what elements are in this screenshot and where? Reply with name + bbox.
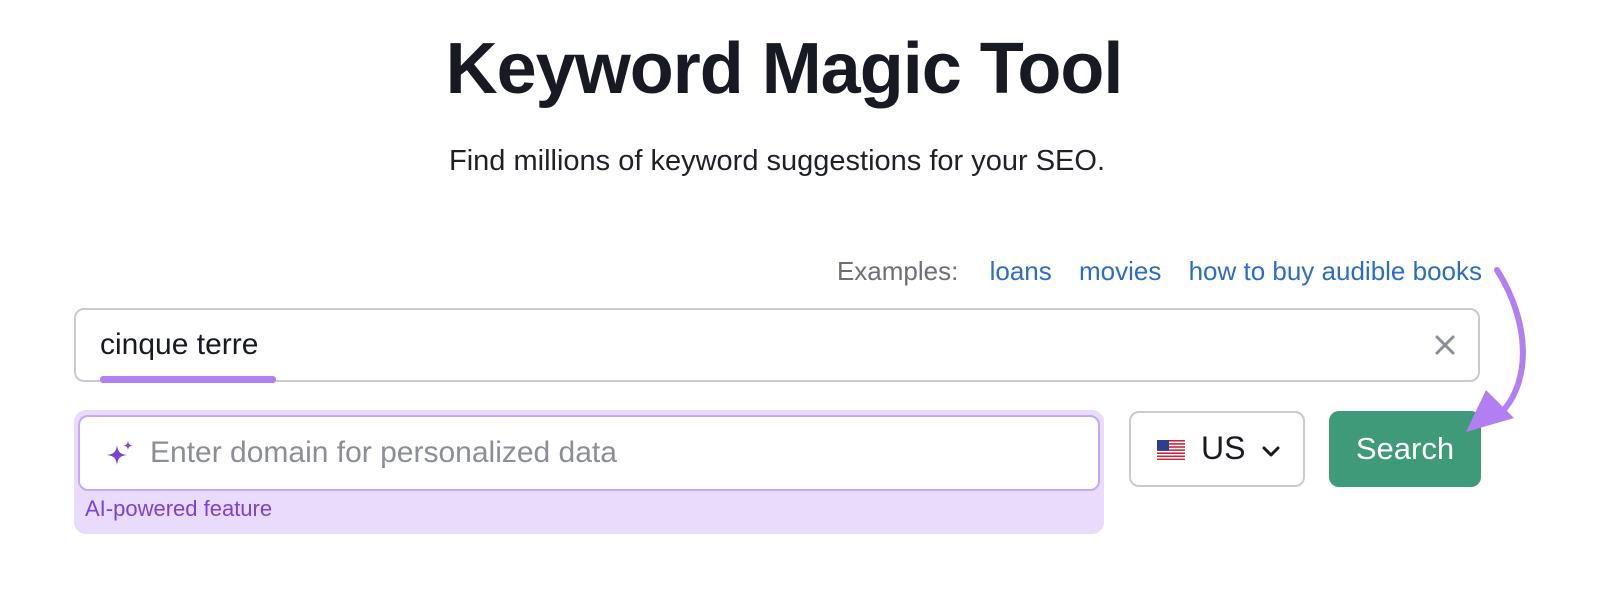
clear-input-button[interactable] (1430, 330, 1460, 360)
page-subtitle: Find millions of keyword suggestions for… (449, 145, 1105, 177)
annotation-arrow-icon (1466, 267, 1526, 432)
ai-domain-panel: AI-powered feature (74, 410, 1104, 534)
keyword-search-field[interactable]: cinque terre (74, 308, 1480, 383)
country-code: US (1201, 430, 1246, 466)
keyword-highlight-underline (100, 376, 276, 383)
ai-powered-label: AI-powered feature (85, 496, 273, 521)
example-link-movies[interactable]: movies (1079, 256, 1161, 286)
sparkle-icon (107, 441, 133, 465)
keyword-input-value[interactable]: cinque terre (100, 328, 258, 362)
examples-row: Examples: loans movies how to buy audibl… (837, 256, 1482, 287)
example-link-loans[interactable]: loans (990, 256, 1052, 286)
examples-label: Examples: (836, 256, 959, 286)
page-title: Keyword Magic Tool (445, 29, 1124, 109)
domain-field[interactable] (78, 415, 1100, 491)
chevron-down-icon (1262, 446, 1280, 457)
search-button[interactable]: Search (1329, 411, 1481, 487)
country-select[interactable]: US (1129, 411, 1305, 487)
domain-input[interactable] (150, 431, 1070, 475)
close-icon (1435, 335, 1455, 355)
example-link-audible-books[interactable]: how to buy audible books (1189, 256, 1482, 286)
us-flag-icon (1157, 440, 1185, 460)
